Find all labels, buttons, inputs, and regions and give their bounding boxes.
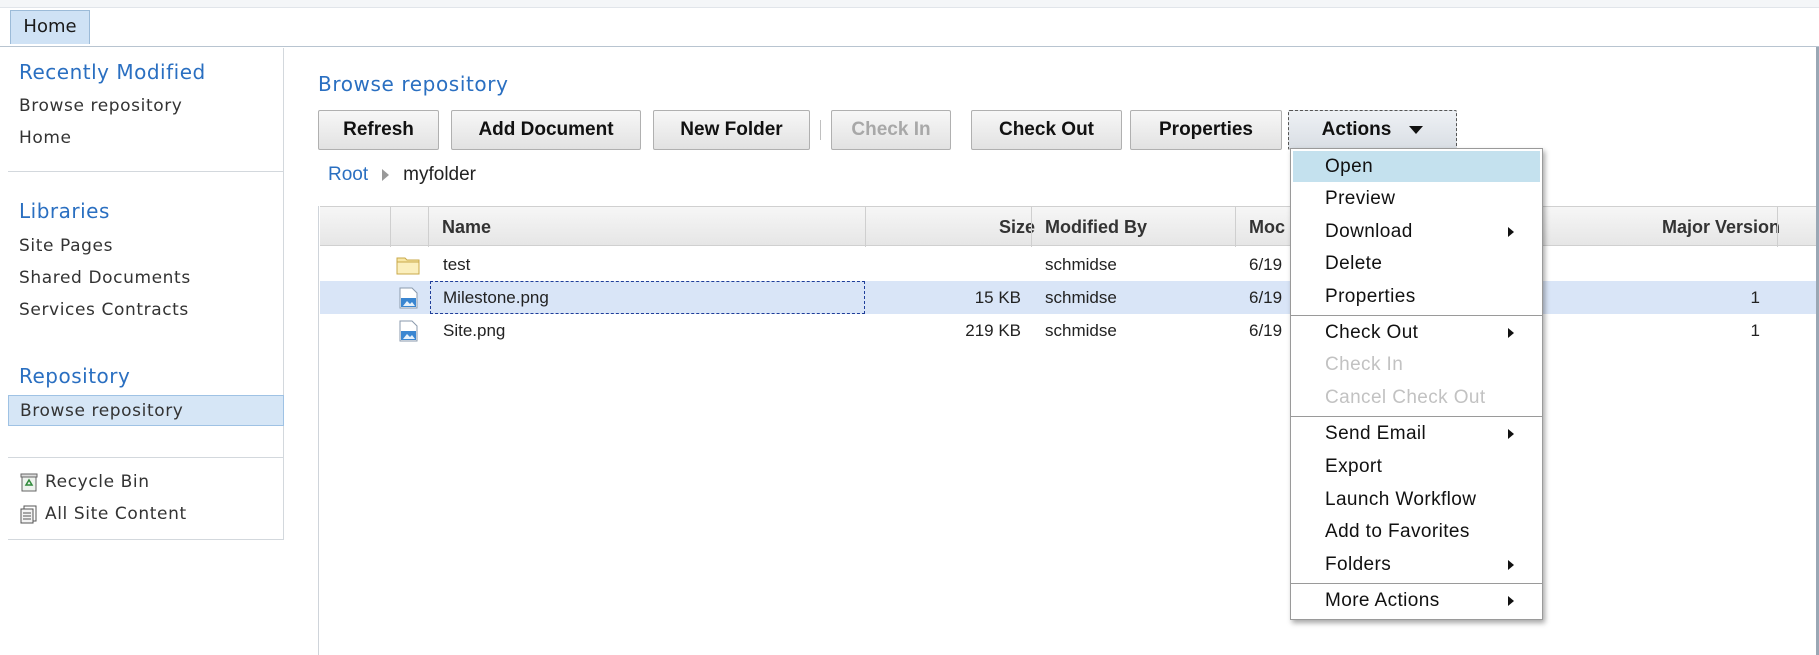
column-divider (428, 207, 429, 247)
menu-item-more-actions[interactable]: More Actions (1293, 585, 1540, 616)
grid-header: Name Size Modified By Moc Major Version (320, 206, 1816, 247)
properties-button[interactable]: Properties (1130, 110, 1282, 150)
sidebar-item-all-site-content[interactable]: All Site Content (8, 499, 284, 530)
column-header-name[interactable]: Name (442, 207, 742, 247)
all-site-content-icon (19, 504, 39, 524)
sidebar-item-site-pages[interactable]: Site Pages (8, 231, 284, 262)
sidebar-heading-repository[interactable]: Repository (19, 364, 130, 388)
refresh-button[interactable]: Refresh (318, 110, 439, 150)
cell-name[interactable]: test (443, 248, 470, 281)
table-row[interactable]: Milestone.png 15 KB schmidse 6/19 1 (320, 281, 1816, 314)
sidebar-item-recycle-bin[interactable]: Recycle Bin (8, 467, 284, 498)
recycle-bin-icon (19, 472, 39, 492)
toolbar-separator (820, 120, 821, 140)
actions-menu: Open Preview Download Delete Properties … (1290, 148, 1543, 620)
menu-item-folders[interactable]: Folders (1293, 549, 1540, 580)
menu-item-cancel-check-out[interactable]: Cancel Check Out (1293, 382, 1540, 413)
cell-size: 219 KB (965, 321, 1021, 340)
cell-modified: 6/19 (1249, 255, 1283, 274)
menu-separator (1291, 583, 1542, 584)
sidebar-divider (8, 171, 284, 172)
column-divider (390, 207, 391, 247)
cell-name[interactable]: Milestone.png (443, 281, 549, 314)
sidebar-heading-libraries[interactable]: Libraries (19, 199, 110, 223)
cell-modified-by: schmidse (1045, 321, 1117, 340)
cell-major-version: 1 (1750, 288, 1760, 307)
column-header-modified-by[interactable]: Modified By (1045, 207, 1225, 247)
sidebar-item-shared-documents[interactable]: Shared Documents (8, 263, 284, 294)
column-divider (1031, 207, 1032, 247)
sidebar-item-label: All Site Content (45, 504, 187, 524)
menu-item-export[interactable]: Export (1293, 451, 1540, 482)
column-header-major-version[interactable]: Major Version (1560, 207, 1780, 247)
menu-item-delete[interactable]: Delete (1293, 248, 1540, 279)
cell-name[interactable]: Site.png (443, 314, 505, 347)
menu-item-check-in[interactable]: Check In (1293, 349, 1540, 380)
sidebar-divider (8, 539, 284, 540)
sidebar-heading-recently-modified[interactable]: Recently Modified (19, 60, 206, 84)
cell-modified: 6/19 (1249, 288, 1283, 307)
cell-modified-by: schmidse (1045, 288, 1117, 307)
breadcrumb-current: myfolder (403, 164, 476, 185)
sidebar-divider (8, 457, 284, 458)
sidebar-item-browse-repository-recent[interactable]: Browse repository (8, 91, 284, 122)
check-in-button[interactable]: Check In (831, 110, 951, 150)
menu-item-properties[interactable]: Properties (1293, 281, 1540, 312)
sidebar-item-label: Recycle Bin (45, 472, 150, 492)
menu-item-open[interactable]: Open (1293, 151, 1540, 182)
submenu-arrow-icon (1508, 560, 1514, 570)
submenu-arrow-icon (1508, 429, 1514, 439)
cell-major-version: 1 (1750, 321, 1760, 340)
cell-modified: 6/19 (1249, 321, 1283, 340)
cell-major-version (1560, 248, 1760, 281)
cell-modified-by: schmidse (1045, 255, 1117, 274)
add-document-button[interactable]: Add Document (451, 110, 641, 150)
menu-item-send-email[interactable]: Send Email (1293, 418, 1540, 449)
check-out-button[interactable]: Check Out (971, 110, 1122, 150)
menu-item-label: Check Out (1325, 322, 1419, 343)
menu-item-label: Folders (1325, 554, 1392, 575)
actions-label: Actions (1321, 119, 1392, 140)
breadcrumb-arrow-icon (382, 168, 390, 181)
submenu-arrow-icon (1508, 328, 1514, 338)
menu-item-label: Send Email (1325, 423, 1427, 444)
table-row[interactable]: Site.png 219 KB schmidse 6/19 1 (320, 314, 1816, 347)
actions-dropdown-button[interactable]: Actions (1288, 110, 1457, 150)
new-folder-button[interactable]: New Folder (653, 110, 810, 150)
content-left-border (318, 206, 319, 655)
sidebar-item-home[interactable]: Home (8, 123, 284, 154)
menu-item-add-to-favorites[interactable]: Add to Favorites (1293, 516, 1540, 547)
menu-separator (1291, 315, 1542, 316)
menu-item-label: More Actions (1325, 590, 1440, 611)
sidebar-item-browse-repository[interactable]: Browse repository (8, 395, 284, 426)
top-navigation-bar: Home (0, 0, 1819, 47)
caret-down-icon (1409, 125, 1424, 134)
menu-item-preview[interactable]: Preview (1293, 183, 1540, 214)
column-divider (1777, 207, 1778, 247)
sidebar: Recently Modified Browse repository Home… (8, 48, 284, 540)
cell-size (865, 248, 1021, 281)
column-header-size[interactable]: Size (865, 207, 1035, 247)
folder-icon (396, 254, 420, 276)
cell-size: 15 KB (974, 288, 1021, 307)
menu-item-launch-workflow[interactable]: Launch Workflow (1293, 484, 1540, 515)
sidebar-item-services-contracts[interactable]: Services Contracts (8, 295, 284, 326)
submenu-arrow-icon (1508, 596, 1514, 606)
menu-item-check-out[interactable]: Check Out (1293, 317, 1540, 348)
table-row[interactable]: test schmidse 6/19 (320, 248, 1816, 281)
submenu-arrow-icon (1508, 227, 1514, 237)
tab-home[interactable]: Home (10, 10, 90, 44)
top-strip (0, 0, 1819, 8)
menu-separator (1291, 416, 1542, 417)
menu-item-download[interactable]: Download (1293, 216, 1540, 247)
image-file-icon (396, 287, 420, 309)
menu-item-label: Download (1325, 221, 1413, 242)
image-file-icon (396, 320, 420, 342)
breadcrumb: Root myfolder (328, 164, 476, 186)
breadcrumb-root-link[interactable]: Root (328, 164, 368, 185)
page-title: Browse repository (318, 72, 509, 96)
column-divider (1235, 207, 1236, 247)
